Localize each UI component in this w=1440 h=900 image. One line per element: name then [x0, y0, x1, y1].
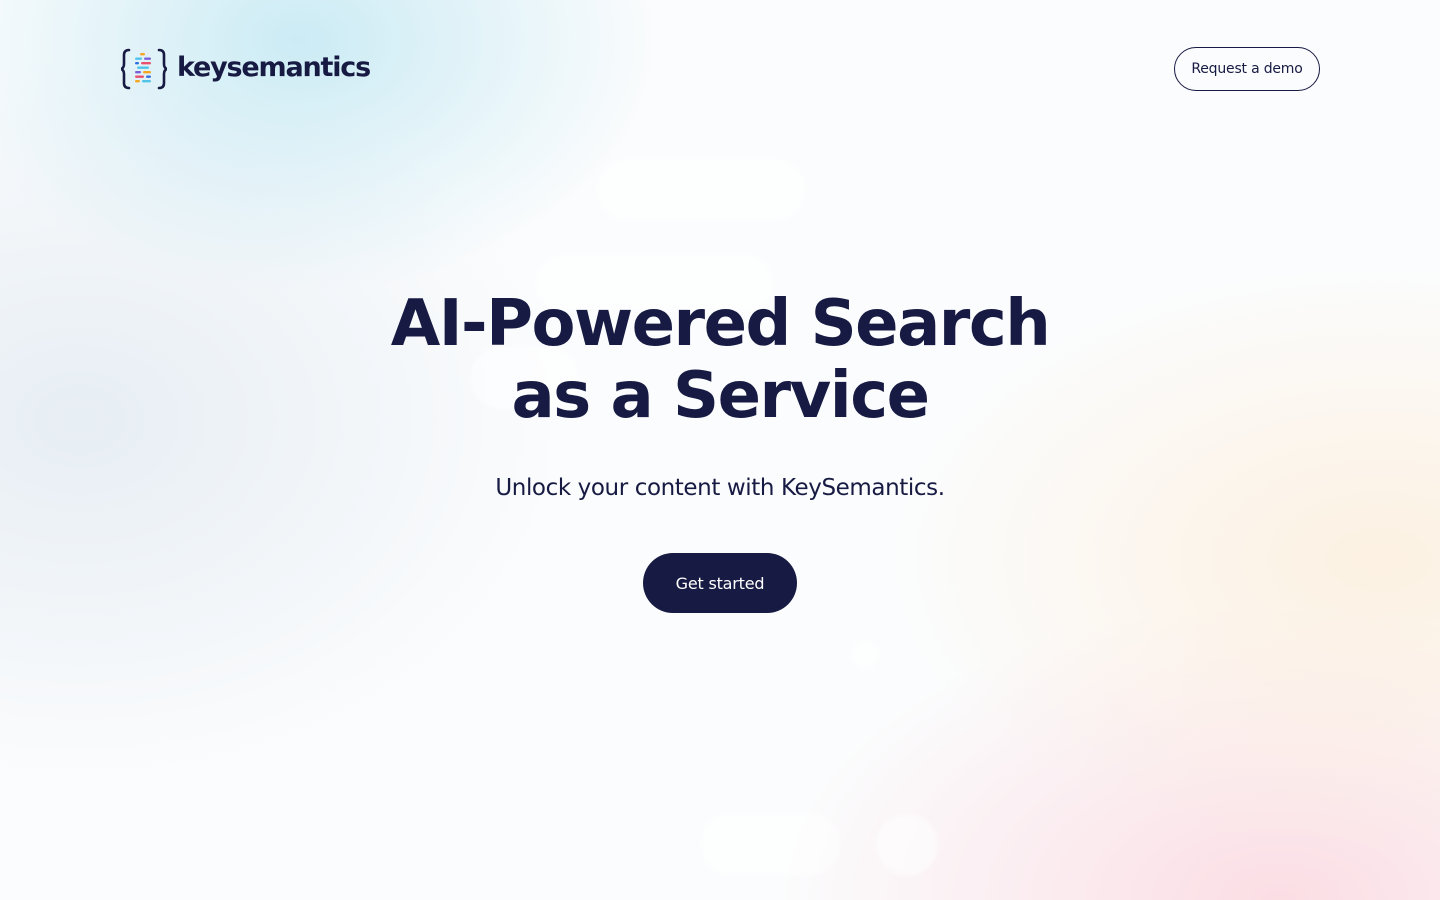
get-started-button[interactable]: Get started	[643, 553, 797, 613]
hero-headline-line2: as a Service	[511, 359, 930, 433]
decorative-blob	[700, 812, 840, 876]
request-demo-button[interactable]: Request a demo	[1174, 47, 1320, 91]
decorative-blob	[596, 158, 806, 222]
hero-headline-line1: AI-Powered Search	[390, 287, 1051, 361]
hero-subtitle: Unlock your content with KeySemantics.	[495, 475, 945, 501]
decorative-blob	[850, 640, 880, 670]
brackets-logo-icon	[121, 48, 167, 90]
decorative-blob	[876, 814, 938, 876]
logo-wordmark: keysemantics	[177, 51, 371, 83]
logo-home-link[interactable]: keysemantics	[121, 47, 371, 91]
hero-headline: AI-Powered Search as a Service	[0, 288, 1440, 432]
hero-section: AI-Powered Search as a Service Unlock yo…	[0, 288, 1440, 503]
